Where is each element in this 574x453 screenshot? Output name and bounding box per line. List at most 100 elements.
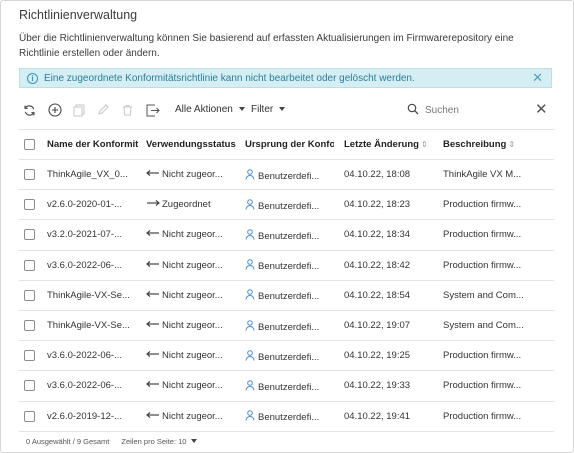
column-header-last-changed[interactable]: Letzte Änderung ⇕ bbox=[344, 139, 434, 150]
row-checkbox[interactable] bbox=[24, 350, 35, 362]
user-icon bbox=[245, 229, 255, 242]
export-icon[interactable] bbox=[145, 102, 161, 118]
origin-cell: Benutzerdefi... bbox=[245, 198, 334, 212]
usage-status: Nicht zugeor... bbox=[162, 259, 223, 271]
origin: Benutzerdefi... bbox=[258, 321, 320, 333]
column-header-status[interactable]: Verwendungsstatus bbox=[146, 139, 241, 150]
rows-per-page-select[interactable]: Zeilen pro Seite: 10 bbox=[121, 437, 198, 446]
table-row[interactable]: ThinkAgile_VX_0... Nicht zugeor... Benutze… bbox=[19, 160, 554, 191]
description: System and Com... bbox=[443, 320, 523, 332]
table-row[interactable]: v3.6.0-2022-06-... Nicht zugeor... Benutze… bbox=[19, 341, 554, 372]
origin-cell: Benutzerdefi... bbox=[245, 168, 334, 182]
table-row[interactable]: v2.6.0-2019-12-... Nicht zugeor... Benutze… bbox=[19, 402, 554, 432]
row-checkbox[interactable] bbox=[24, 169, 35, 181]
row-checkbox[interactable] bbox=[24, 380, 35, 392]
toolbar: Alle Aktionen Filter ✕ bbox=[19, 99, 559, 121]
description: Production firmw... bbox=[443, 229, 522, 241]
policy-name[interactable]: ThinkAgile-VX-Se... bbox=[47, 320, 140, 331]
all-actions-menu[interactable]: Alle Aktionen bbox=[175, 104, 245, 115]
table-row[interactable]: v3.2.0-2021-07-... Nicht zugeor... Benutze… bbox=[19, 220, 554, 251]
filter-label: Filter bbox=[251, 104, 274, 115]
usage-status-cell: Nicht zugeor... bbox=[146, 169, 241, 180]
policy-name[interactable]: ThinkAgile_VX_0... bbox=[47, 169, 140, 180]
arrow-left-icon bbox=[146, 290, 162, 301]
table-row[interactable]: v2.6.0-2020-01-... Zugeordnet Benutzerdefi… bbox=[19, 190, 554, 221]
description: Production firmw... bbox=[443, 380, 522, 392]
policy-name[interactable]: v2.6.0-2019-12-... bbox=[47, 411, 140, 422]
origin: Benutzerdefi... bbox=[258, 200, 320, 212]
arrow-left-icon bbox=[146, 169, 162, 180]
search-icon bbox=[407, 103, 419, 118]
notice-text: Eine zugeordnete Konformitätsrichtlinie … bbox=[44, 72, 415, 84]
chevron-down-icon bbox=[279, 106, 286, 111]
usage-status: Nicht zugeor... bbox=[162, 169, 223, 181]
description: Production firmw... bbox=[443, 199, 522, 211]
column-header-name[interactable]: Name der Konformit bbox=[47, 139, 140, 150]
row-checkbox[interactable] bbox=[24, 289, 35, 301]
last-changed: 04.10.22, 19:33 bbox=[344, 380, 411, 392]
table-row[interactable]: ThinkAgile-VX-Se... Nicht zugeor... Benutz… bbox=[19, 311, 554, 342]
table-row[interactable]: v3.6.0-2022-06-... Nicht zugeor... Benutze… bbox=[19, 371, 554, 402]
usage-status-cell: Nicht zugeor... bbox=[146, 411, 241, 422]
user-icon bbox=[245, 410, 255, 423]
policy-name[interactable]: v3.6.0-2022-06-... bbox=[47, 380, 140, 391]
origin-cell: Benutzerdefi... bbox=[245, 288, 334, 302]
policy-name[interactable]: v3.6.0-2022-06-... bbox=[47, 260, 140, 271]
origin: Benutzerdefi... bbox=[258, 351, 320, 363]
rows-per-page-label: Zeilen pro Seite: 10 bbox=[121, 437, 187, 446]
origin: Benutzerdefi... bbox=[258, 412, 320, 424]
column-header-description[interactable]: Beschreibung ⇕ bbox=[443, 139, 523, 150]
sort-icon: ⇕ bbox=[420, 140, 428, 149]
arrow-left-icon bbox=[146, 260, 162, 271]
table-header: Name der Konformit Verwendungsstatus Urs… bbox=[19, 129, 554, 160]
description: ThinkAgile VX M... bbox=[443, 169, 522, 181]
clear-search-button[interactable]: ✕ bbox=[535, 100, 548, 118]
last-changed: 04.10.22, 18:42 bbox=[344, 259, 411, 271]
policy-name[interactable]: v2.6.0-2020-01-... bbox=[47, 199, 140, 210]
usage-status: Nicht zugeor... bbox=[162, 229, 223, 241]
description: Production firmw... bbox=[443, 410, 522, 422]
table-row[interactable]: ThinkAgile-VX-Se... Nicht zugeor... Benutz… bbox=[19, 281, 554, 311]
usage-status: Nicht zugeor... bbox=[162, 320, 223, 332]
select-all-checkbox[interactable] bbox=[24, 139, 35, 150]
row-checkbox[interactable] bbox=[24, 259, 35, 271]
edit-icon[interactable] bbox=[95, 102, 111, 118]
origin-cell: Benutzerdefi... bbox=[245, 228, 334, 242]
table-footer: 0 Ausgewählt / 9 Gesamt Zeilen pro Seite… bbox=[26, 437, 198, 446]
last-changed: 04.10.22, 18:23 bbox=[344, 199, 411, 211]
row-checkbox[interactable] bbox=[24, 199, 35, 211]
row-checkbox[interactable] bbox=[24, 320, 35, 332]
usage-status: Nicht zugeor... bbox=[162, 350, 223, 362]
policy-management-panel: Richtlinienverwaltung Über die Richtlini… bbox=[0, 0, 574, 453]
delete-icon[interactable] bbox=[119, 102, 135, 118]
last-changed: 04.10.22, 18:08 bbox=[344, 169, 411, 181]
policy-name[interactable]: v3.6.0-2022-06-... bbox=[47, 350, 140, 361]
user-icon bbox=[245, 289, 255, 302]
usage-status-cell: Nicht zugeor... bbox=[146, 260, 241, 271]
user-icon bbox=[245, 259, 255, 272]
arrow-left-icon bbox=[146, 411, 162, 422]
info-notice: i Eine zugeordnete Konformitätsrichtlini… bbox=[19, 68, 552, 88]
search-input[interactable] bbox=[425, 104, 525, 116]
usage-status-cell: Nicht zugeor... bbox=[146, 320, 241, 331]
row-checkbox[interactable] bbox=[24, 229, 35, 241]
table-row[interactable]: v3.6.0-2022-06-... Nicht zugeor... Benutze… bbox=[19, 251, 554, 281]
origin-cell: Benutzerdefi... bbox=[245, 349, 334, 363]
column-header-origin[interactable]: Ursprung der Konfor bbox=[245, 139, 334, 150]
copy-icon[interactable] bbox=[71, 102, 87, 118]
filter-menu[interactable]: Filter bbox=[251, 104, 286, 115]
add-icon[interactable] bbox=[47, 102, 63, 118]
arrow-left-icon bbox=[146, 350, 162, 361]
notice-close-button[interactable]: ✕ bbox=[532, 71, 543, 85]
usage-status-cell: Nicht zugeor... bbox=[146, 380, 241, 391]
policy-name[interactable]: ThinkAgile-VX-Se... bbox=[47, 290, 140, 301]
row-checkbox[interactable] bbox=[24, 410, 35, 422]
usage-status: Nicht zugeor... bbox=[162, 289, 223, 301]
column-header-description-label: Beschreibung bbox=[443, 139, 507, 150]
refresh-icon[interactable] bbox=[21, 102, 37, 118]
last-changed: 04.10.22, 18:54 bbox=[344, 289, 411, 301]
user-icon bbox=[245, 168, 255, 182]
user-icon bbox=[245, 198, 255, 212]
description: System and Com... bbox=[443, 289, 523, 301]
policy-name[interactable]: v3.2.0-2021-07-... bbox=[47, 229, 140, 240]
